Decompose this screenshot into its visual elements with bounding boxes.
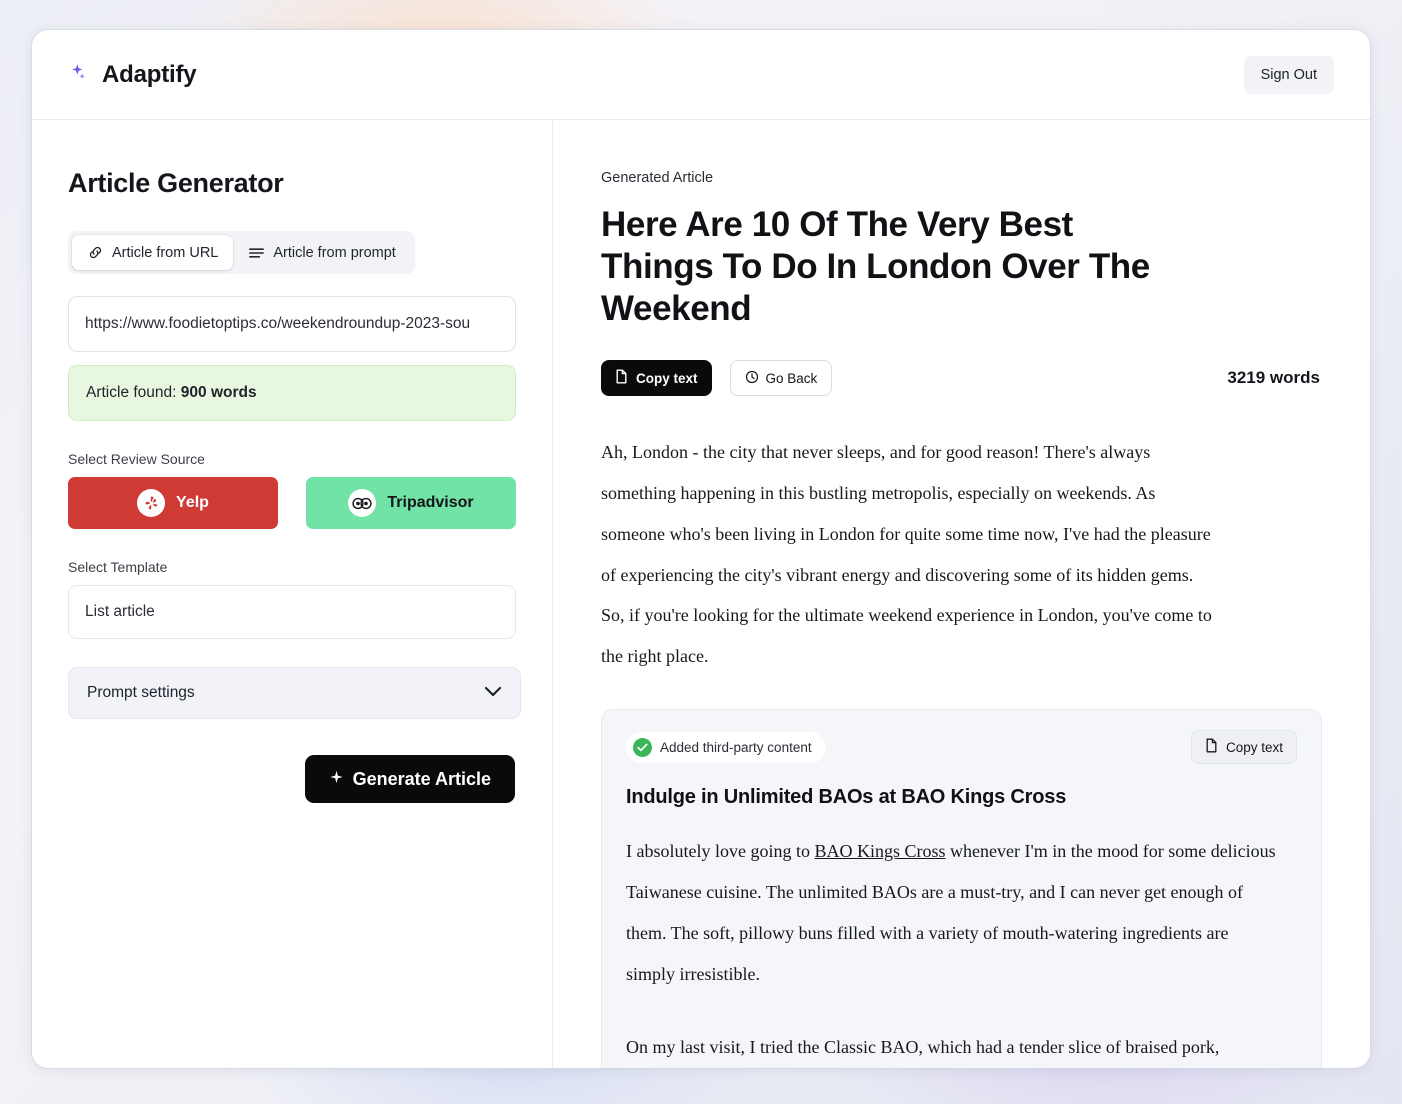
back-circle-icon bbox=[745, 370, 759, 387]
top-bar: Adaptify Sign Out bbox=[32, 30, 1370, 120]
generate-row: Generate Article bbox=[68, 755, 516, 803]
review-source-tripadvisor[interactable]: Tripadvisor bbox=[306, 477, 516, 529]
article-actions: Copy text Go Back 3219 words bbox=[601, 360, 1330, 396]
generated-article-title: Here Are 10 Of The Very Best Things To D… bbox=[601, 204, 1161, 330]
app-window: Adaptify Sign Out Article Generator Arti… bbox=[32, 30, 1370, 1068]
review-source-label-tripadvisor: Tripadvisor bbox=[387, 494, 473, 512]
chevron-down-icon bbox=[484, 684, 502, 702]
tab-label: Article from prompt bbox=[273, 245, 395, 261]
sign-out-button[interactable]: Sign Out bbox=[1244, 56, 1334, 94]
check-circle-icon bbox=[633, 738, 652, 757]
sparkle-icon bbox=[329, 769, 344, 790]
third-party-paragraph-2: On my last visit, I tried the Classic BA… bbox=[626, 1027, 1276, 1068]
page-title: Article Generator bbox=[68, 168, 516, 199]
generated-article-eyebrow: Generated Article bbox=[601, 170, 1330, 186]
source-mode-tabs: Article from URL Article from prompt bbox=[68, 231, 415, 274]
generate-article-button[interactable]: Generate Article bbox=[305, 755, 515, 803]
copy-text-label-card: Copy text bbox=[1226, 740, 1283, 755]
review-source-label: Select Review Source bbox=[68, 451, 516, 467]
lines-icon bbox=[248, 246, 265, 260]
paragraph-text-before-link: I absolutely love going to bbox=[626, 841, 814, 861]
copy-icon bbox=[615, 369, 629, 387]
third-party-card-heading: Indulge in Unlimited BAOs at BAO Kings C… bbox=[626, 786, 1297, 809]
copy-text-button-card[interactable]: Copy text bbox=[1191, 730, 1297, 764]
third-party-card-body: I absolutely love going to BAO Kings Cro… bbox=[626, 831, 1276, 1067]
go-back-label: Go Back bbox=[766, 371, 818, 386]
third-party-content-card: Added third-party content Copy text Indu… bbox=[601, 709, 1322, 1068]
article-url-input[interactable] bbox=[68, 296, 516, 352]
prompt-settings-label: Prompt settings bbox=[87, 684, 195, 702]
tripadvisor-icon bbox=[348, 489, 376, 517]
content-split: Article Generator Article from URL bbox=[32, 120, 1370, 1068]
copy-icon bbox=[1205, 738, 1219, 756]
link-icon bbox=[87, 244, 104, 261]
third-party-badge: Added third-party content bbox=[626, 732, 826, 763]
third-party-paragraph-1: I absolutely love going to BAO Kings Cro… bbox=[626, 831, 1276, 994]
bao-kings-cross-link[interactable]: BAO Kings Cross bbox=[814, 841, 945, 861]
tab-article-from-url[interactable]: Article from URL bbox=[72, 235, 233, 270]
third-party-card-header: Added third-party content Copy text bbox=[626, 730, 1297, 764]
review-source-label-yelp: Yelp bbox=[176, 494, 209, 512]
prompt-settings-accordion[interactable]: Prompt settings bbox=[68, 667, 521, 719]
template-select[interactable]: List article bbox=[68, 585, 516, 639]
tab-article-from-prompt[interactable]: Article from prompt bbox=[233, 235, 410, 270]
third-party-badge-label: Added third-party content bbox=[660, 740, 812, 755]
article-found-value: 900 words bbox=[181, 384, 257, 401]
review-source-options: Yelp Tripadvisor bbox=[68, 477, 516, 529]
article-found-banner: Article found: 900 words bbox=[68, 365, 516, 421]
sparkles-icon bbox=[68, 62, 92, 88]
generate-article-label: Generate Article bbox=[353, 769, 491, 790]
yelp-icon bbox=[137, 489, 165, 517]
copy-text-label: Copy text bbox=[636, 371, 698, 386]
review-source-yelp[interactable]: Yelp bbox=[68, 477, 278, 529]
go-back-button[interactable]: Go Back bbox=[730, 360, 833, 396]
tab-label: Article from URL bbox=[112, 245, 218, 261]
article-preview-panel: Generated Article Here Are 10 Of The Ver… bbox=[553, 120, 1370, 1068]
copy-text-button[interactable]: Copy text bbox=[601, 360, 712, 396]
template-label: Select Template bbox=[68, 559, 516, 575]
brand-logo[interactable]: Adaptify bbox=[68, 61, 196, 89]
paragraph-text-after-link: whenever I'm in the mood for some delici… bbox=[626, 841, 1276, 984]
article-found-label: Article found: bbox=[86, 384, 181, 401]
word-count: 3219 words bbox=[1227, 368, 1330, 388]
generator-panel: Article Generator Article from URL bbox=[32, 120, 553, 1068]
brand-name: Adaptify bbox=[102, 61, 196, 89]
template-value: List article bbox=[85, 603, 155, 621]
article-intro-paragraph: Ah, London - the city that never sleeps,… bbox=[601, 432, 1221, 677]
